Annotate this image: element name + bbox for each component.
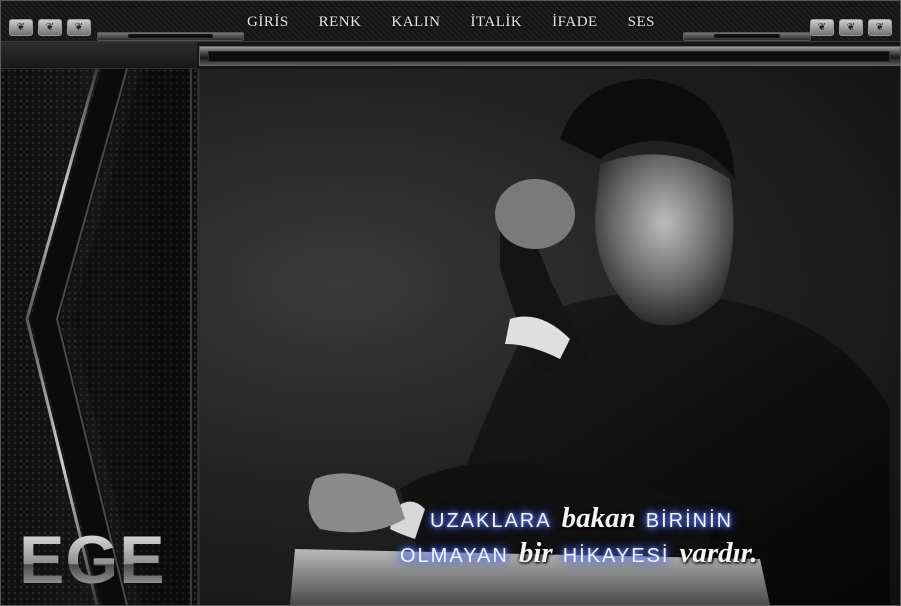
sub-bar-left-panel (1, 42, 197, 69)
quote-line-1: UZAKLARA bakan BİRİNİN (430, 501, 895, 536)
ornament-icon[interactable]: ❦ (9, 19, 33, 36)
main-menu: GİRİS RENK KALIN İTALİK İFADE SES (231, 14, 671, 31)
menu-item-giris[interactable]: GİRİS (247, 14, 289, 31)
menu-item-ses[interactable]: SES (628, 14, 655, 31)
ornament-icon[interactable]: ❦ (67, 19, 91, 36)
right-control-group: ❦ ❦ ❦ (810, 19, 892, 36)
sub-bar (1, 42, 900, 69)
app-frame: ❦ ❦ ❦ GİRİS RENK KALIN İTALİK İFADE SES … (0, 0, 901, 606)
quote-word: HİKAYESİ (562, 544, 670, 567)
quote-word: BİRİNİN (645, 510, 734, 532)
quote-word: bakan (561, 502, 636, 534)
menu-item-ifade[interactable]: İFADE (552, 14, 598, 31)
left-control-group: ❦ ❦ ❦ (9, 19, 91, 36)
message-track[interactable] (199, 46, 900, 66)
ornament-icon[interactable]: ❦ (38, 19, 62, 36)
logo-text: EGE (19, 522, 166, 598)
menu-item-kalin[interactable]: KALIN (391, 14, 440, 31)
ornament-icon[interactable]: ❦ (868, 19, 892, 36)
decorative-slider-right (683, 32, 811, 41)
top-menu-bar: ❦ ❦ ❦ GİRİS RENK KALIN İTALİK İFADE SES … (1, 1, 900, 42)
quote-word: bir (518, 536, 553, 569)
menu-item-italik[interactable]: İTALİK (470, 14, 522, 31)
ornament-icon[interactable]: ❦ (810, 19, 834, 36)
sidebar: EGE (1, 69, 200, 605)
ornament-icon[interactable]: ❦ (839, 19, 863, 36)
menu-item-renk[interactable]: RENK (319, 14, 362, 31)
quote-line-2: OLMAYAN bir HİKAYESİ vardır. (400, 536, 895, 571)
quote-word: UZAKLARA (430, 510, 552, 532)
quote-word: vardır. (679, 536, 758, 569)
decorative-slider-left (97, 32, 244, 41)
quote-text: UZAKLARA bakan BİRİNİN OLMAYAN bir HİKAY… (400, 501, 895, 571)
quote-word: OLMAYAN (400, 544, 509, 567)
main-photo-area: UZAKLARA bakan BİRİNİN OLMAYAN bir HİKAY… (200, 69, 900, 605)
